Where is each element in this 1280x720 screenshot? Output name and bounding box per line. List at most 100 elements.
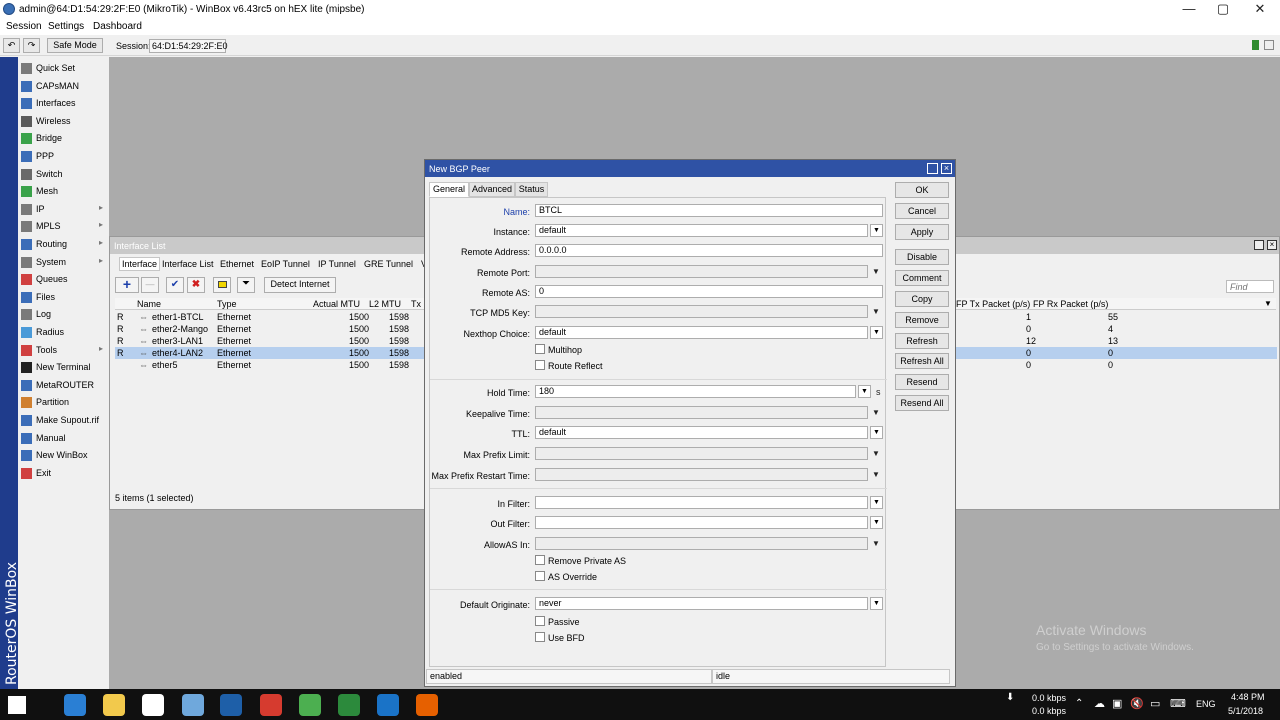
sidebar-item-new-terminal[interactable]: New Terminal <box>18 359 109 376</box>
nexthop-select[interactable]: default <box>535 326 868 339</box>
language-indicator[interactable]: ENG <box>1196 699 1216 709</box>
windows-start-icon[interactable] <box>8 696 26 714</box>
volume-icon[interactable]: 🔇 <box>1130 697 1144 710</box>
tab-interface-list[interactable]: Interface List <box>162 259 214 269</box>
comment-button[interactable] <box>213 277 231 293</box>
sidebar-item-ip[interactable]: IP ▸ <box>18 201 109 218</box>
in-filter-select[interactable] <box>535 496 868 509</box>
passive-checkbox[interactable] <box>535 616 545 626</box>
file-explorer-icon[interactable] <box>103 694 125 716</box>
sidebar-item-log[interactable]: Log <box>18 306 109 323</box>
bgp-maximize-icon[interactable] <box>927 163 938 174</box>
resend-all-button[interactable]: Resend All <box>895 395 949 411</box>
col-l2-mtu[interactable]: L2 MTU <box>369 299 401 309</box>
interface-list-maximize-icon[interactable] <box>1254 240 1264 250</box>
disable-x-button[interactable]: ✖ <box>187 277 205 293</box>
in-filter-dropdown-icon[interactable]: ▼ <box>870 496 883 509</box>
disable-button[interactable]: Disable <box>895 249 949 265</box>
tray-chevron-icon[interactable]: ⌃ <box>1075 698 1083 709</box>
bgp-close-icon[interactable]: × <box>941 163 952 174</box>
cloud-icon[interactable]: ☁ <box>1094 697 1105 710</box>
filter-icon[interactable]: ⏷ <box>237 277 255 293</box>
chrome-icon[interactable] <box>299 694 321 716</box>
detect-internet-button[interactable]: Detect Internet <box>264 277 336 293</box>
imo-icon[interactable] <box>220 694 242 716</box>
col-fp-rx[interactable]: FP Rx Packet (p/s) <box>1033 299 1108 309</box>
max-prefix-input[interactable] <box>535 447 868 460</box>
remove-private-as-checkbox[interactable] <box>535 555 545 565</box>
sidebar-item-files[interactable]: Files <box>18 289 109 306</box>
bgp-dialog-titlebar[interactable]: New BGP Peer × <box>425 160 955 177</box>
tcp-md5-input[interactable] <box>535 305 868 318</box>
keepalive-input[interactable] <box>535 406 868 419</box>
sidebar-item-new-winbox[interactable]: New WinBox <box>18 447 109 464</box>
out-filter-dropdown-icon[interactable]: ▼ <box>870 516 883 529</box>
ok-button[interactable]: OK <box>895 182 949 198</box>
col-name[interactable]: Name <box>137 299 161 309</box>
tab-ethernet[interactable]: Ethernet <box>220 259 254 269</box>
out-filter-select[interactable] <box>535 516 868 529</box>
enable-check-button[interactable]: ✔ <box>166 277 184 293</box>
instance-select[interactable]: default <box>535 224 868 237</box>
keepalive-expand-icon[interactable]: ▼ <box>872 408 880 417</box>
remote-address-input[interactable]: 0.0.0.0 <box>535 244 883 257</box>
remove-button[interactable]: Remove <box>895 312 949 328</box>
keyboard-icon[interactable]: ⌨ <box>1170 697 1186 710</box>
sidebar-item-wireless[interactable]: Wireless <box>18 113 109 130</box>
col-tx[interactable]: Tx <box>411 299 421 309</box>
tab-interface[interactable]: Interface <box>119 257 161 271</box>
col-actual-mtu[interactable]: Actual MTU <box>313 299 360 309</box>
allowas-input[interactable] <box>535 537 868 550</box>
sidebar-item-bridge[interactable]: Bridge <box>18 130 109 147</box>
default-originate-dropdown-icon[interactable]: ▼ <box>870 597 883 610</box>
menu-settings[interactable]: Settings <box>48 21 84 32</box>
max-prefix-restart-expand-icon[interactable]: ▼ <box>872 470 880 479</box>
copy-button[interactable]: Copy <box>895 291 949 307</box>
add-button[interactable]: + <box>115 277 139 293</box>
max-prefix-restart-input[interactable] <box>535 468 868 481</box>
remove-minus-button[interactable]: — <box>141 277 159 293</box>
teamviewer-icon[interactable] <box>377 694 399 716</box>
winbox-taskbar-icon[interactable] <box>182 694 204 716</box>
resend-button[interactable]: Resend <box>895 374 949 390</box>
find-input[interactable] <box>1226 280 1274 293</box>
sidebar-item-exit[interactable]: Exit <box>18 465 109 482</box>
sidebar-item-capsman[interactable]: CAPsMAN <box>18 78 109 95</box>
hold-time-input[interactable]: 180 <box>535 385 856 398</box>
sidebar-item-quick-set[interactable]: Quick Set <box>18 60 109 77</box>
sidebar-item-interfaces[interactable]: Interfaces <box>18 95 109 112</box>
cancel-button[interactable]: Cancel <box>895 203 949 219</box>
default-originate-select[interactable]: never <box>535 597 868 610</box>
sidebar-item-mpls[interactable]: MPLS ▸ <box>18 218 109 235</box>
tab-general[interactable]: General <box>429 182 469 197</box>
sidebar-item-queues[interactable]: Queues <box>18 271 109 288</box>
col-fp-tx[interactable]: FP Tx Packet (p/s) <box>956 299 1030 309</box>
firefox-icon[interactable] <box>416 694 438 716</box>
sidebar-item-routing[interactable]: Routing ▸ <box>18 236 109 253</box>
app-red-icon[interactable] <box>260 694 282 716</box>
remote-as-input[interactable]: 0 <box>535 285 883 298</box>
route-reflect-checkbox[interactable] <box>535 360 545 370</box>
columns-dropdown-icon[interactable]: ▼ <box>1264 299 1272 308</box>
remote-port-expand-icon[interactable]: ▼ <box>872 267 880 276</box>
clock-time[interactable]: 4:48 PM <box>1231 692 1265 702</box>
camtasia-icon[interactable] <box>338 694 360 716</box>
sidebar-item-tools[interactable]: Tools ▸ <box>18 342 109 359</box>
remote-port-input[interactable] <box>535 265 868 278</box>
sidebar-item-make-supout-rif[interactable]: Make Supout.rif <box>18 412 109 429</box>
menu-session[interactable]: Session <box>6 21 42 32</box>
safe-mode-button[interactable]: Safe Mode <box>47 38 103 53</box>
battery-icon[interactable]: ▭ <box>1150 697 1160 710</box>
sidebar-item-partition[interactable]: Partition <box>18 394 109 411</box>
tab-ip-tunnel[interactable]: IP Tunnel <box>318 259 356 269</box>
menu-dashboard[interactable]: Dashboard <box>93 21 142 32</box>
allowas-expand-icon[interactable]: ▼ <box>872 539 880 548</box>
minimize-button[interactable]: — <box>1171 0 1207 19</box>
sidebar-item-manual[interactable]: Manual <box>18 430 109 447</box>
lock-icon[interactable] <box>1264 40 1274 50</box>
comment-button[interactable]: Comment <box>895 270 949 286</box>
tcp-md5-expand-icon[interactable]: ▼ <box>872 307 880 316</box>
name-input[interactable]: BTCL <box>535 204 883 217</box>
tab-status[interactable]: Status <box>515 182 548 197</box>
store-icon[interactable] <box>142 694 164 716</box>
